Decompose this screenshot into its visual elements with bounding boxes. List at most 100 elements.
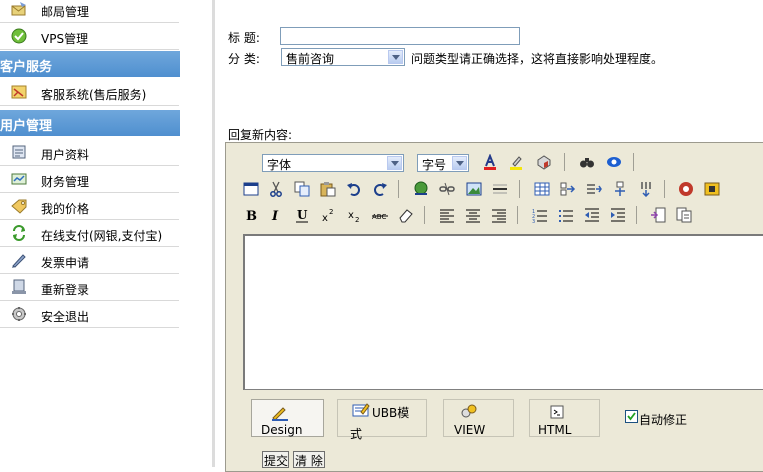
svg-text:I: I (271, 209, 279, 223)
toolbar-separator (636, 206, 637, 224)
insert-media-icon[interactable] (704, 181, 720, 197)
clear-button[interactable]: 清 除 (293, 451, 325, 468)
mail-icon (11, 2, 26, 16)
copy-icon[interactable] (294, 181, 310, 197)
vps-icon (11, 28, 27, 44)
sidebar-item-invoice[interactable]: 发票申请 (0, 248, 179, 274)
content-editor-area[interactable] (243, 234, 763, 390)
font-color-icon[interactable] (482, 154, 498, 170)
sidebar-item-mail[interactable]: 邮局管理 (0, 0, 179, 23)
font-select[interactable]: 字体 (262, 154, 404, 172)
bold-icon[interactable]: B (243, 207, 259, 223)
sidebar-item-finance[interactable]: 财务管理 (0, 167, 179, 193)
category-hint: 问题类型请正确选择，这将直接影响处理程度。 (411, 52, 664, 66)
sidebar-item-relogin[interactable]: 重新登录 (0, 275, 179, 301)
sidebar-item-online-pay[interactable]: 在线支付(网银,支付宝) (0, 221, 179, 247)
align-center-icon[interactable] (465, 207, 481, 223)
insert-flash-icon[interactable] (678, 181, 694, 197)
indent-icon[interactable] (610, 207, 626, 223)
redo-icon[interactable] (372, 181, 388, 197)
align-left-icon[interactable] (439, 207, 455, 223)
table-merge-icon[interactable] (560, 181, 576, 197)
title-input[interactable] (280, 27, 520, 45)
html-mode-button[interactable]: HTML (529, 399, 600, 437)
sidebar-item-logout[interactable]: 安全退出 (0, 302, 179, 328)
eraser-icon[interactable] (398, 207, 414, 223)
superscript-icon[interactable]: x2 (320, 207, 336, 223)
format-painter-icon[interactable] (536, 154, 552, 170)
unordered-list-icon[interactable] (558, 207, 574, 223)
toolbar-separator (424, 206, 425, 224)
sidebar-item-label: 在线支付(网银,支付宝) (41, 229, 163, 243)
section-title: 客户服务 (0, 60, 53, 75)
rich-text-editor: 字体 字号 B I U x 2 x 2 ABC 1 2 3 Design UBB… (225, 142, 763, 472)
align-right-icon[interactable] (491, 207, 507, 223)
ubb-mode-button[interactable]: UBB模式 (337, 399, 427, 441)
category-label: 分 类: (228, 52, 260, 66)
underline-icon[interactable]: U (294, 207, 310, 223)
autofix-checkbox[interactable] (625, 410, 638, 423)
subscript-icon[interactable]: x2 (346, 207, 362, 223)
support-icon (11, 85, 27, 99)
chevron-down-icon[interactable] (452, 156, 467, 170)
category-select[interactable]: 售前咨询 (281, 48, 405, 66)
view-icon (461, 404, 477, 418)
table-insert-row-icon[interactable] (586, 181, 602, 197)
toolbar-separator (517, 206, 518, 224)
sidebar-item-label: 用户资料 (41, 148, 90, 162)
svg-text:ABC: ABC (372, 213, 386, 221)
design-mode-button[interactable]: Design (251, 399, 324, 437)
strikethrough-icon[interactable]: ABC (372, 207, 388, 223)
html-icon (550, 405, 564, 419)
submit-button[interactable]: 提交 (262, 451, 289, 468)
chevron-down-icon[interactable] (387, 156, 402, 170)
table-insert-column-icon[interactable] (638, 181, 654, 197)
section-title: 用户管理 (0, 119, 53, 134)
table-split-icon[interactable] (612, 181, 628, 197)
sidebar: 邮局管理 VPS管理 客户服务 客服系统(售后服务) 用户管理 用户资料 财务管… (0, 0, 181, 467)
ticket-form: 标 题: 分 类: 售前咨询 问题类型请正确选择，这将直接影响处理程度。 回复新… (215, 0, 763, 472)
cut-icon[interactable] (268, 181, 284, 197)
horizontal-rule-icon[interactable] (492, 181, 508, 197)
page-properties-icon[interactable] (676, 207, 692, 223)
toolbar-separator (664, 180, 665, 198)
insert-paragraph-icon[interactable] (650, 207, 666, 223)
view-mode-button[interactable]: VIEW (443, 399, 514, 437)
ordered-list-icon[interactable]: 123 (532, 207, 548, 223)
font-size-value: 字号 (422, 158, 447, 172)
sidebar-section-customer-service: 客户服务 (0, 51, 180, 77)
insert-link-icon[interactable] (413, 181, 429, 197)
mode-label: HTML (538, 423, 572, 437)
sidebar-item-label: 发票申请 (41, 256, 90, 270)
checkmark-icon (627, 412, 636, 421)
insert-image-icon[interactable] (466, 181, 482, 197)
undo-icon[interactable] (346, 181, 362, 197)
reply-label: 回复新内容: (228, 128, 293, 142)
sidebar-item-vps[interactable]: VPS管理 (0, 24, 179, 50)
svg-text:B: B (246, 209, 257, 223)
title-label: 标 题: (228, 31, 260, 45)
design-icon (272, 407, 288, 421)
sidebar-item-support[interactable]: 客服系统(售后服务) (0, 80, 179, 106)
svg-text:2: 2 (355, 216, 359, 223)
paste-icon[interactable] (320, 181, 336, 197)
insert-table-icon[interactable] (534, 181, 550, 197)
fullscreen-icon[interactable] (243, 181, 259, 197)
relogin-icon (12, 279, 26, 294)
find-icon[interactable] (579, 154, 595, 170)
highlight-color-icon[interactable] (508, 154, 524, 170)
preview-eye-icon[interactable] (606, 154, 622, 170)
svg-text:U: U (297, 208, 308, 222)
category-value: 售前咨询 (286, 52, 335, 66)
sidebar-item-profile[interactable]: 用户资料 (0, 140, 179, 166)
sidebar-item-price[interactable]: 我的价格 (0, 194, 179, 220)
svg-text:2: 2 (329, 208, 333, 216)
sidebar-item-label: 客服系统(售后服务) (41, 88, 147, 102)
italic-icon[interactable]: I (268, 207, 284, 223)
price-icon (11, 199, 27, 214)
chevron-down-icon[interactable] (388, 50, 403, 64)
unlink-icon[interactable] (439, 181, 455, 197)
outdent-icon[interactable] (584, 207, 600, 223)
svg-text:x: x (348, 210, 354, 221)
font-size-select[interactable]: 字号 (417, 154, 469, 172)
